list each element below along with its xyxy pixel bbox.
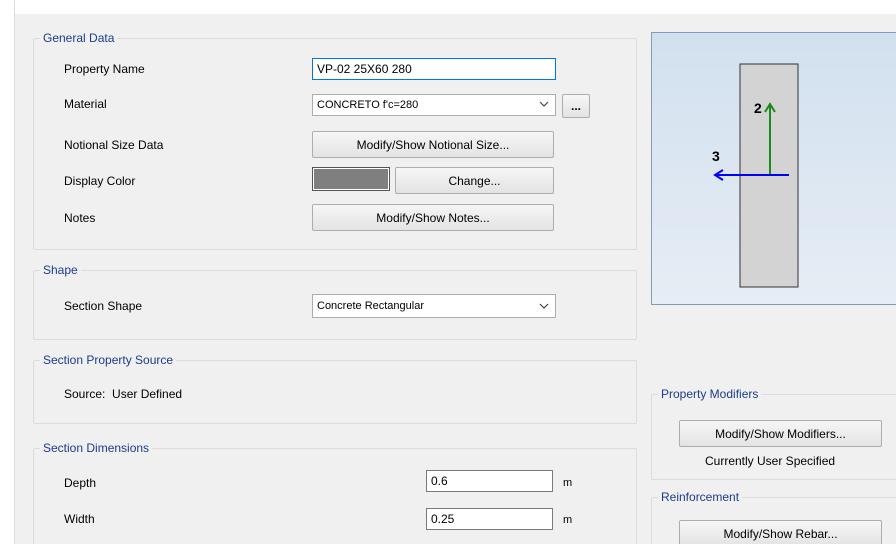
notes-label: Notes: [64, 211, 96, 225]
title-strip: [0, 0, 896, 14]
material-select-value: CONCRETO f'c=280: [317, 99, 419, 111]
width-label: Width: [64, 512, 95, 526]
modify-modifiers-button[interactable]: Modify/Show Modifiers...: [679, 420, 882, 447]
modifiers-status: Currently User Specified: [705, 454, 836, 468]
section-shape-label: Section Shape: [64, 299, 143, 313]
notional-size-label: Notional Size Data: [64, 138, 164, 152]
material-select[interactable]: CONCRETO f'c=280: [312, 94, 556, 116]
display-color-swatch[interactable]: [312, 167, 390, 191]
material-label: Material: [64, 97, 107, 111]
change-color-button[interactable]: Change...: [395, 167, 554, 194]
section-property-source-legend: Section Property Source: [40, 353, 177, 367]
axis-2-label: 2: [754, 100, 762, 116]
source-text: Source: User Defined: [64, 387, 183, 401]
depth-input[interactable]: 0.6: [426, 470, 553, 492]
notes-button[interactable]: Modify/Show Notes...: [312, 204, 554, 231]
section-dimensions-legend: Section Dimensions: [40, 441, 153, 455]
left-edge: [0, 0, 15, 544]
depth-label: Depth: [64, 476, 97, 490]
section-preview-canvas: 2 3: [651, 32, 896, 305]
section-shape-value: Concrete Rectangular: [317, 300, 425, 312]
axis-3-label: 3: [712, 148, 720, 164]
display-color-label: Display Color: [64, 174, 136, 188]
property-name-input[interactable]: VP-02 25X60 280: [312, 58, 556, 80]
property-name-label: Property Name: [64, 62, 145, 76]
modify-rebar-button[interactable]: Modify/Show Rebar...: [679, 520, 882, 544]
material-browse-button[interactable]: ...: [562, 94, 590, 118]
width-input[interactable]: 0.25: [426, 508, 553, 530]
depth-unit: m: [563, 477, 573, 489]
chevron-down-icon: [539, 101, 549, 107]
chevron-down-icon: [539, 303, 549, 309]
section-preview-drawing: 2 3: [712, 63, 799, 288]
general-data-legend: General Data: [40, 31, 118, 45]
property-modifiers-legend: Property Modifiers: [658, 387, 762, 401]
shape-legend: Shape: [40, 263, 81, 277]
width-unit: m: [563, 514, 573, 526]
section-shape-select[interactable]: Concrete Rectangular: [312, 294, 556, 318]
reinforcement-legend: Reinforcement: [658, 490, 743, 504]
notional-size-button[interactable]: Modify/Show Notional Size...: [312, 131, 554, 158]
